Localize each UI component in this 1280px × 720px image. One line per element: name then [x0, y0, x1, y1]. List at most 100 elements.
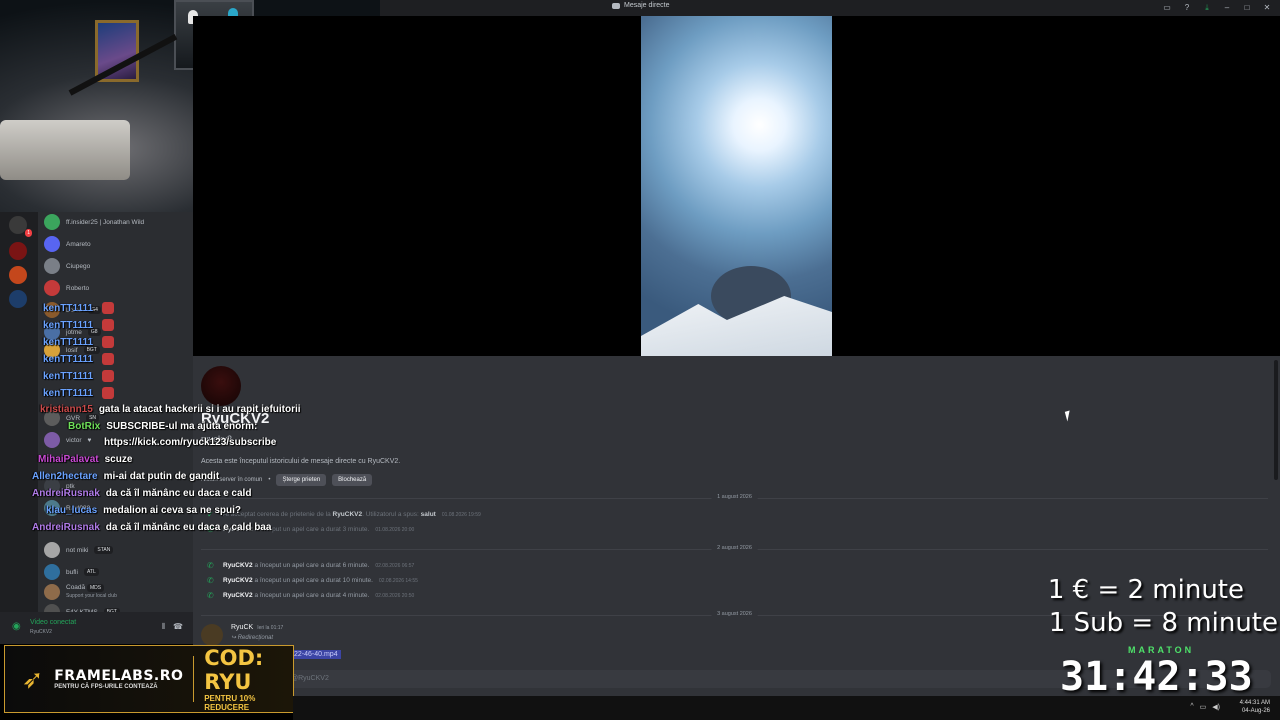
chat-text: SUBSCRIBE-ul ma ajuta enorm: [106, 421, 258, 432]
avatar [44, 432, 60, 448]
chat-text: medalion ai ceva sa ne spui? [103, 505, 241, 516]
avatar[interactable] [201, 366, 241, 406]
sponsor-brand: FRAMELABS.RO [54, 668, 184, 684]
server-icon[interactable] [9, 266, 27, 284]
friend-request-message: ✓ Ai acceptat cererea de prietenie de la… [207, 510, 481, 519]
dm-panel: RyuCKV2 ryuckv2 Acesta este începutul is… [193, 356, 1280, 696]
chat-username[interactable]: AndreiRusnak [32, 522, 100, 533]
avatar [44, 236, 60, 252]
sponsor-banner: ➶ FRAMELABS.RO PENTRU CĂ FPS-URILE CONTE… [4, 645, 294, 713]
noise-suppression-icon[interactable]: ⦀ [162, 622, 166, 632]
chat-message: MihaiPalavat scuze [38, 454, 132, 465]
chat-message: kenTT1111 [43, 387, 115, 399]
remove-friend-button[interactable]: Șterge prieten [276, 474, 327, 486]
server-icon[interactable] [9, 290, 27, 308]
chat-username[interactable]: kenTT1111 [43, 388, 93, 399]
list-item[interactable]: Roberto [44, 280, 89, 296]
rocket-icon: ➶ [21, 664, 44, 694]
scrollbar[interactable] [1274, 360, 1278, 480]
chat-username[interactable]: kenTT1111 [43, 303, 93, 314]
chevron-up-icon[interactable]: ^ [1190, 703, 1193, 711]
server-tag: ATL [83, 568, 99, 576]
chat-username[interactable]: kristiann15 [40, 404, 93, 415]
call-message: ✆ RyuCKV2 a început un apel care a durat… [207, 576, 418, 585]
disconnect-icon[interactable]: ☎ [173, 622, 183, 632]
title-bar: Mesaje directe ▭ ? ⤓ – □ ✕ [380, 0, 1280, 16]
call-stage [193, 16, 1280, 356]
avatar [44, 280, 60, 296]
chat-username[interactable]: Allen2hectare [32, 471, 98, 482]
server-icon[interactable] [9, 242, 27, 260]
chat-message: AndreiRusnak da că îl mănânc eu daca e ca… [32, 522, 271, 533]
minimize-button[interactable]: – [1222, 3, 1232, 13]
chat-message: BotRix SUBSCRIBE-ul ma ajuta enorm: [68, 421, 257, 432]
chat-text: gata la atacat hackerii si i au rapit ie… [98, 404, 301, 415]
chat-message: AndreiRusnak da că îl mănânc eu daca e ca… [32, 488, 251, 499]
emote-icon [102, 302, 115, 314]
chat-message: kenTT1111 [43, 302, 115, 314]
emote-icon [102, 353, 115, 365]
help-icon[interactable]: ? [1182, 3, 1192, 13]
network-icon[interactable]: ▭ [1200, 703, 1207, 711]
marathon-timer: 31:42:33 [1060, 654, 1253, 700]
voice-channel[interactable]: RyuCKV2 [30, 629, 52, 635]
server-tag: STAN [94, 546, 114, 554]
phone-icon: ✆ [207, 576, 214, 585]
chat-username[interactable]: AndreiRusnak [32, 488, 100, 499]
system-clock[interactable]: 4:44:31 AM 04-Aug-26 [1240, 699, 1270, 715]
forwarded-label: ↪ Redirecționat [231, 635, 274, 641]
system-tray: ^ ▭ ◀) [1190, 703, 1220, 711]
close-button[interactable]: ✕ [1262, 3, 1272, 13]
chat-username[interactable]: kenTT1111 [43, 354, 93, 365]
avatar [44, 564, 60, 580]
phone-icon: ✆ [207, 561, 214, 570]
list-item[interactable]: Coadă MDS Support your local club [44, 584, 117, 600]
list-item[interactable]: bufli ATL [44, 564, 99, 580]
list-item[interactable]: victor ♥ [44, 432, 91, 448]
message: RyuCK Ieri la 01:17 ↪ Redirecționat [201, 624, 283, 646]
attachment-link[interactable]: 22-46-40.mp4 [291, 650, 341, 659]
chat-username[interactable]: BotRix [68, 421, 100, 432]
message-author[interactable]: RyuCK [231, 624, 253, 631]
phone-icon: ✆ [207, 591, 214, 600]
avatar[interactable] [201, 624, 223, 646]
signal-icon: ◉ [12, 621, 21, 632]
taskbar: ^ ▭ ◀) 4:44:31 AM 04-Aug-26 [293, 696, 1280, 720]
chat-username[interactable]: kenTT1111 [43, 371, 93, 382]
promo-discount: PENTRU 10% REDUCERE [204, 694, 256, 712]
chat-message: kenTT1111 [43, 353, 115, 365]
video-stream[interactable] [641, 16, 832, 356]
chat-username[interactable]: kenTT1111 [43, 320, 93, 331]
maximize-button[interactable]: □ [1242, 3, 1252, 13]
list-item[interactable]: ff.insider25 | Jonathan Wild [44, 214, 144, 230]
chat-message: klau_lucas medalion ai ceva sa ne spui? [46, 505, 241, 516]
chat-username[interactable]: kenTT1111 [43, 337, 93, 348]
chat-message: kenTT1111 [43, 319, 115, 331]
chat-message: kristiann15 gata la atacat hackerii si i … [40, 404, 301, 415]
chat-username[interactable]: klau_lucas [46, 505, 97, 516]
server-rail: 1 [0, 212, 38, 616]
emote-icon [102, 370, 115, 382]
chat-text: da că îl mănânc eu daca e cald [105, 488, 252, 499]
sponsor-tagline: PENTRU CĂ FPS-URILE CONTEAZĂ [54, 684, 158, 690]
avatar [44, 258, 60, 274]
chat-username[interactable]: MihaiPalavat [38, 454, 99, 465]
chat-text[interactable]: https://kick.com/ryuck123/subscribe [104, 437, 276, 448]
couch [0, 120, 130, 180]
chat-message: Allen2hectare mi-ai dat putin de gandit [32, 471, 219, 482]
dm-intro: Acesta este începutul istoricului de mes… [201, 458, 401, 465]
donation-rate: 1 € = 2 minute [1047, 575, 1244, 605]
list-item[interactable]: not miki STAN [44, 542, 114, 558]
date-divider: 1 august 2026 [201, 494, 1268, 500]
volume-icon[interactable]: ◀) [1212, 703, 1220, 711]
block-button[interactable]: Blochează [332, 474, 373, 486]
server-icon[interactable]: 1 [9, 216, 32, 237]
avatar [44, 584, 60, 600]
download-icon[interactable]: ⤓ [1202, 3, 1212, 13]
call-message: ✆ RyuCKV2 a început un apel care a durat… [207, 591, 415, 600]
inbox-icon[interactable]: ▭ [1162, 3, 1172, 13]
list-item[interactable]: Amareto [44, 236, 91, 252]
call-message: ✆ RyuCKV2 a început un apel care a durat… [207, 561, 415, 570]
list-item[interactable]: Ciupego [44, 258, 90, 274]
message-timestamp: Ieri la 01:17 [257, 625, 284, 631]
